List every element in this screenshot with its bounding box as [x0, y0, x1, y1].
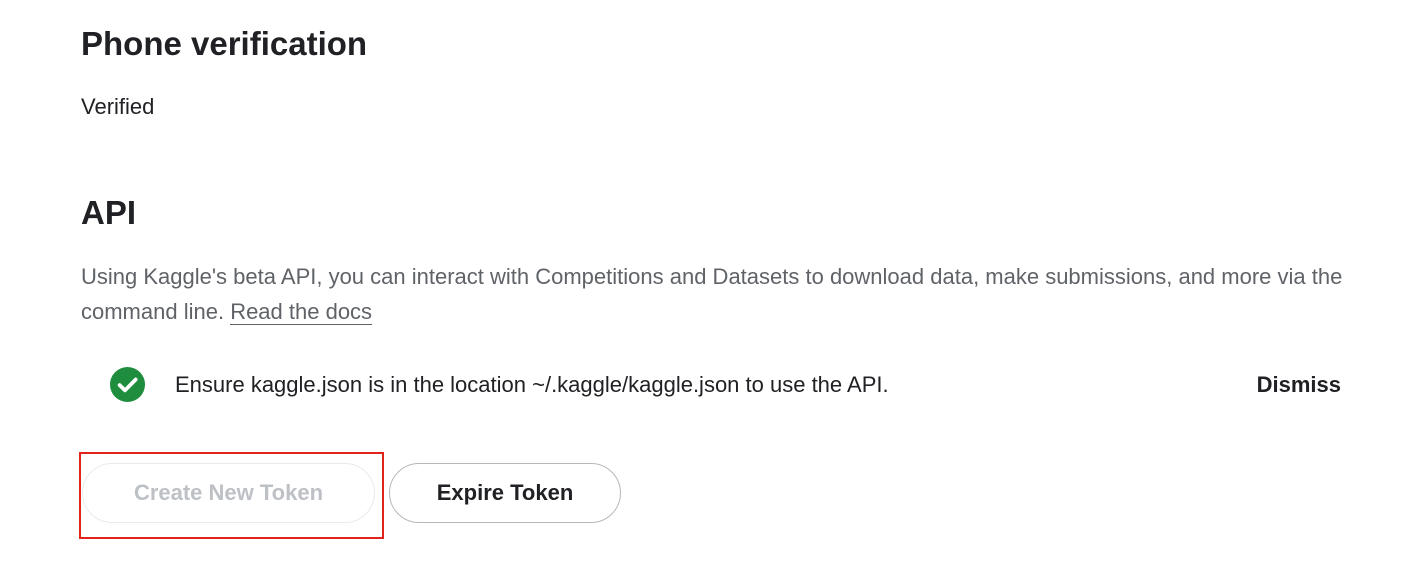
dismiss-button[interactable]: Dismiss — [1257, 371, 1341, 399]
expire-token-button[interactable]: Expire Token — [389, 463, 621, 523]
check-circle-icon — [110, 367, 145, 402]
phone-verification-heading: Phone verification — [81, 25, 368, 62]
read-docs-link[interactable]: Read the docs — [230, 299, 373, 325]
api-notice: Ensure kaggle.json is in the location ~/… — [110, 365, 1350, 405]
api-description: Using Kaggle's beta API, you can interac… — [81, 259, 1396, 329]
notice-text: Ensure kaggle.json is in the location ~/… — [175, 372, 889, 397]
create-new-token-button[interactable]: Create New Token — [82, 463, 375, 523]
api-heading: API — [81, 194, 137, 231]
phone-verification-status: Verified — [81, 94, 155, 119]
